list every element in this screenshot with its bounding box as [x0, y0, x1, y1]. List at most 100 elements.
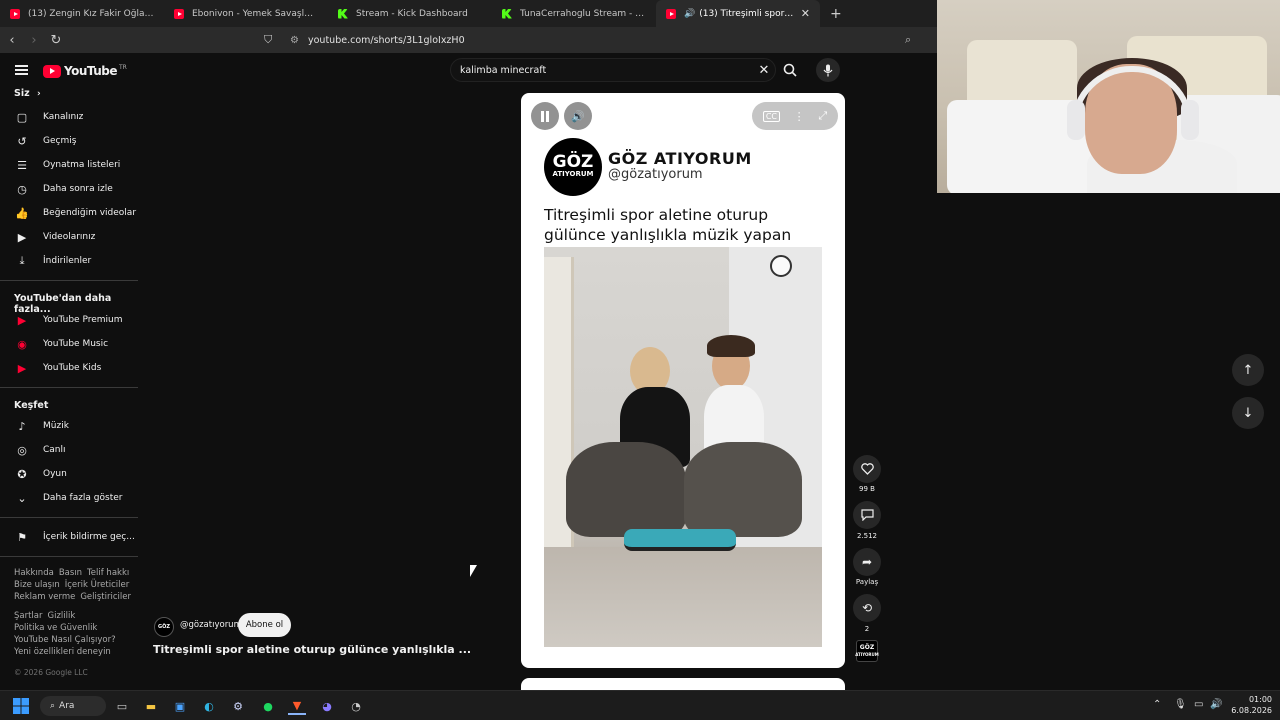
you-section-title[interactable]: Siz ›	[14, 88, 41, 99]
download-icon: ⤓	[19, 254, 25, 267]
short-title[interactable]: Titreşimli spor aletine oturup gülünce y…	[153, 643, 471, 656]
person-hair-shape	[707, 335, 755, 357]
new-tab-icon[interactable]: +	[830, 6, 842, 22]
footer-link[interactable]: Bize ulaşın	[14, 580, 60, 590]
footer-link[interactable]: Yeni özellikleri deneyin	[14, 646, 111, 658]
remix-button[interactable]: ⟲	[853, 594, 881, 622]
browser-tab[interactable]: Stream - Kick Dashboard	[328, 0, 492, 27]
store-icon[interactable]: ▣	[171, 697, 189, 715]
back-icon[interactable]: ‹	[2, 33, 22, 48]
channel-handle-link[interactable]: @gözatıyorum	[180, 620, 242, 630]
footer-link[interactable]: Hakkında	[14, 568, 54, 578]
search-icon	[783, 63, 797, 77]
voice-search-button[interactable]	[816, 58, 840, 82]
footer-link[interactable]: Reklam verme	[14, 592, 75, 602]
explore-section-title: Keşfet	[14, 400, 49, 411]
zoom-icon[interactable]: ⌕	[905, 33, 911, 47]
taskbar: ⌕ Ara ▭ ▬ ▣ ◐ ⚙ ● ▼ ◕ ◔ ⌃ 🎙 ▭ 🔊 01:00 6.08…	[0, 690, 1280, 720]
footer-link[interactable]: YouTube Nasıl Çalışıyor?	[14, 634, 116, 646]
file-explorer-icon[interactable]: ▬	[142, 697, 160, 715]
sidebar-item-music-explore[interactable]: ♪ Müzik	[0, 415, 138, 437]
sidebar-item-show-more[interactable]: ⌄ Daha fazla göster	[0, 487, 138, 509]
windows-start-icon[interactable]	[12, 697, 30, 715]
comments-button[interactable]	[853, 501, 881, 529]
sidebar-item-live[interactable]: ◎ Canlı	[0, 439, 138, 461]
more-options-icon[interactable]: ⋮	[794, 110, 805, 123]
browser-tab[interactable]: Ebonivon - Yemek Savaşları 2.Sezon	[164, 0, 328, 27]
sidebar-item-report[interactable]: ⚑ İçerik bildirme geç...	[0, 526, 138, 548]
channel-avatar[interactable]: GÖZ	[154, 617, 174, 637]
sidebar-item-watch-later[interactable]: ◷ Daha sonra izle	[0, 178, 138, 200]
taskbar-search[interactable]: ⌕ Ara	[40, 696, 106, 716]
task-view-icon[interactable]: ▭	[113, 697, 131, 715]
share-button[interactable]: ➦	[853, 548, 881, 576]
edge-icon[interactable]: ◐	[200, 697, 218, 715]
clear-search-icon[interactable]: ✕	[753, 63, 775, 78]
sidebar-item-history[interactable]: ↺ Geçmiş	[0, 130, 138, 152]
sidebar-item-playlists[interactable]: ☰ Oynatma listeleri	[0, 154, 138, 176]
youtube-logo[interactable]: YouTube TR	[43, 64, 127, 78]
history-icon: ↺	[17, 134, 27, 148]
footer-link[interactable]: Telif hakkı	[87, 568, 129, 578]
sidebar-item-your-channel[interactable]: ▢ Kanalınız	[0, 106, 138, 128]
playlist-icon: ☰	[17, 158, 27, 172]
url-field[interactable]: youtube.com/shorts/3L1gloIxzH0	[308, 35, 465, 46]
sidebar-item-gaming[interactable]: ✪ Oyun	[0, 463, 138, 485]
short-video-player[interactable]: 🔊 CC ⋮ ⤢ GÖZ ATIYORUM GÖZ ATIYORUM @göza…	[521, 93, 845, 668]
volume-icon: 🔊	[571, 109, 585, 123]
previous-short-button[interactable]: ↑	[1232, 354, 1264, 386]
menu-icon[interactable]	[15, 65, 28, 75]
close-tab-icon[interactable]: ✕	[801, 7, 810, 20]
app-icon[interactable]: ◔	[347, 697, 365, 715]
tray-microphone-icon[interactable]: 🎙	[1174, 699, 1187, 710]
floor-shape	[544, 547, 822, 647]
sidebar-item-your-videos[interactable]: ▶ Videolarınız	[0, 226, 138, 248]
footer-link[interactable]: İçerik Üreticiler	[65, 580, 129, 590]
sidebar-item-liked[interactable]: 👍 Beğendiğim videolar	[0, 202, 138, 224]
taskbar-clock[interactable]: 01:00 6.08.2026	[1226, 694, 1272, 716]
volume-button[interactable]: 🔊	[564, 102, 592, 130]
bookmark-icon[interactable]: ⛉	[264, 33, 278, 47]
spotify-icon[interactable]: ●	[259, 697, 277, 715]
tray-chevron-up-icon[interactable]: ⌃	[1153, 699, 1161, 710]
person-pants-shape	[684, 442, 802, 537]
divider	[0, 517, 138, 518]
chevron-down-icon: ⌄	[17, 491, 27, 505]
search-input[interactable]: kalimba minecraft	[460, 65, 753, 76]
search-box[interactable]: kalimba minecraft ✕	[450, 58, 776, 82]
sound-avatar[interactable]: GÖZ ATIYORUM	[855, 640, 879, 662]
divider	[0, 280, 138, 281]
speaker-icon[interactable]: 🔊	[684, 9, 695, 19]
reload-icon[interactable]: ↻	[46, 33, 66, 48]
browser-tab[interactable]: TunaCerrahoglu Stream - Watch Live	[492, 0, 656, 27]
fullscreen-icon[interactable]: ⤢	[818, 109, 827, 123]
like-button[interactable]	[853, 455, 881, 483]
subscribe-button[interactable]: Abone ol	[238, 613, 291, 637]
share-icon: ➦	[861, 555, 873, 569]
footer-links-4: Şartlar Gizlilik	[14, 610, 80, 622]
pause-button[interactable]	[531, 102, 559, 130]
footer-link[interactable]: Gizlilik	[48, 611, 76, 621]
discord-icon[interactable]: ◕	[318, 697, 336, 715]
footer-link[interactable]: Basın	[59, 568, 82, 578]
footer-link[interactable]: Politika ve Güvenlik	[14, 622, 97, 634]
footer-link[interactable]: Geliştiriciler	[80, 592, 131, 602]
steam-icon[interactable]: ⚙	[229, 697, 247, 715]
sidebar-item-premium[interactable]: ▶ YouTube Premium	[0, 309, 138, 331]
captions-icon[interactable]: CC	[762, 110, 780, 122]
brave-icon[interactable]: ▼	[288, 697, 306, 715]
footer-link[interactable]: Şartlar	[14, 611, 43, 621]
forward-icon[interactable]: ›	[24, 33, 44, 48]
browser-tab-active[interactable]: 🔊(13) Titreşimli spor aletine oturup✕	[656, 0, 820, 27]
gamepad-icon: ✪	[17, 467, 27, 481]
next-short-button[interactable]: ↓	[1232, 397, 1264, 429]
tray-volume-icon[interactable]: 🔊	[1210, 699, 1222, 710]
sidebar-item-downloads[interactable]: ⤓ İndirilenler	[0, 250, 138, 272]
sidebar-item-music[interactable]: ◉ YouTube Music	[0, 333, 138, 355]
person-icon: ▢	[16, 110, 28, 124]
sidebar-item-kids[interactable]: ▶ YouTube Kids	[0, 357, 138, 379]
search-button[interactable]	[776, 58, 804, 82]
tray-display-icon[interactable]: ▭	[1194, 699, 1203, 710]
browser-tab[interactable]: (13) Zengin Kız Fakir Oğlan 27. Bölüm	[0, 0, 164, 27]
site-info-icon[interactable]: ⚙	[290, 35, 304, 46]
